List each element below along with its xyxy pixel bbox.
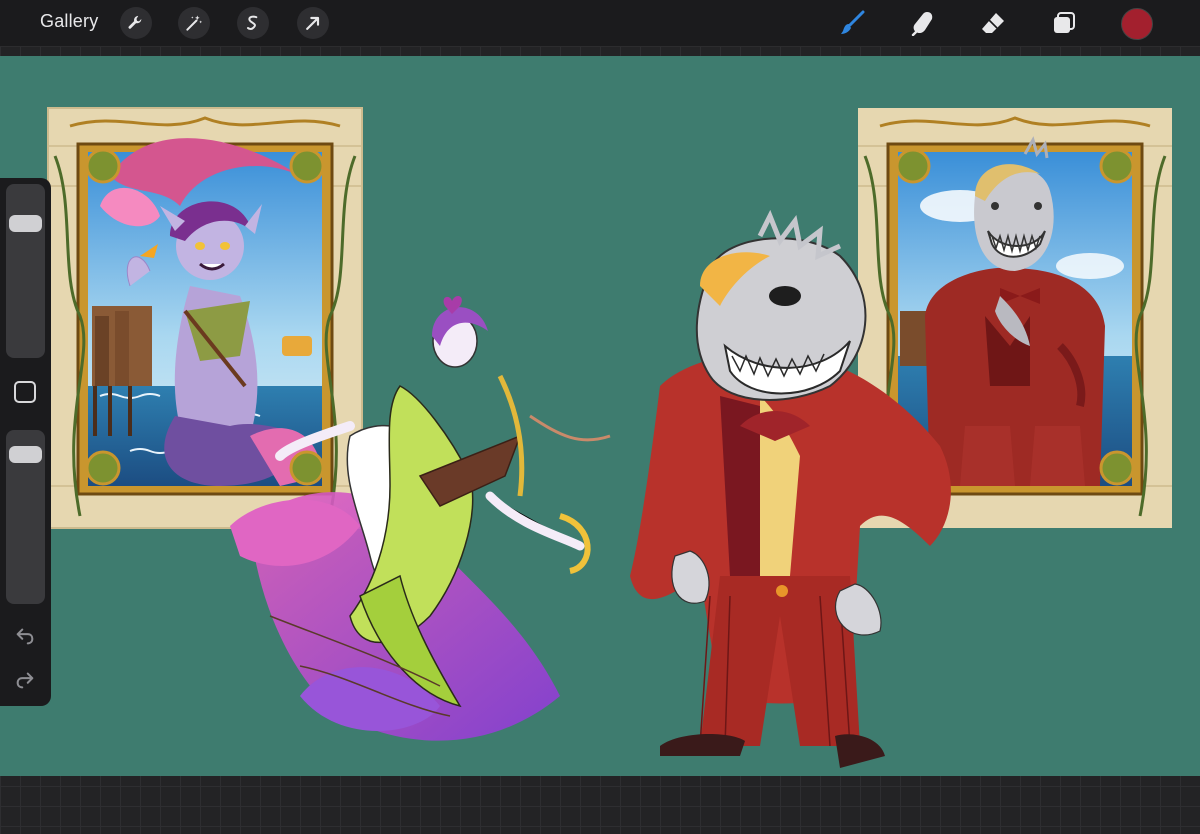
opacity-slider[interactable]	[6, 430, 45, 604]
smudge-finger-icon	[911, 12, 933, 36]
selection-s-icon	[247, 15, 258, 30]
color-picker-swatch[interactable]	[1121, 8, 1153, 40]
opacity-thumb[interactable]	[9, 445, 42, 463]
undo-arrow-icon	[16, 628, 34, 645]
brush-size-thumb[interactable]	[9, 214, 42, 232]
drawing-canvas[interactable]	[0, 56, 1200, 776]
layers-icon	[1054, 12, 1075, 33]
arrow-cursor-icon	[306, 16, 320, 30]
layers-tool[interactable]	[1048, 7, 1080, 39]
left-sidebar	[0, 178, 51, 706]
eraser-tool[interactable]	[977, 7, 1009, 39]
gallery-button[interactable]: Gallery	[40, 11, 98, 32]
redo-button[interactable]	[12, 667, 38, 693]
adjustments-button[interactable]	[178, 7, 210, 39]
modify-button[interactable]	[14, 381, 36, 403]
undo-button[interactable]	[12, 623, 38, 649]
magic-wand-icon	[186, 15, 203, 31]
artwork	[47, 107, 1172, 768]
top-toolbar: Gallery	[0, 0, 1200, 47]
brush-tool[interactable]	[836, 7, 868, 39]
brush-size-slider[interactable]	[6, 184, 45, 358]
transform-button[interactable]	[297, 7, 329, 39]
selection-button[interactable]	[237, 7, 269, 39]
actions-button[interactable]	[120, 7, 152, 39]
redo-arrow-icon	[16, 672, 34, 689]
mermaid-portrait	[47, 107, 363, 529]
smudge-tool[interactable]	[907, 7, 939, 39]
eraser-icon	[982, 13, 1004, 33]
paintbrush-icon	[841, 10, 865, 34]
wrench-icon	[128, 15, 142, 29]
